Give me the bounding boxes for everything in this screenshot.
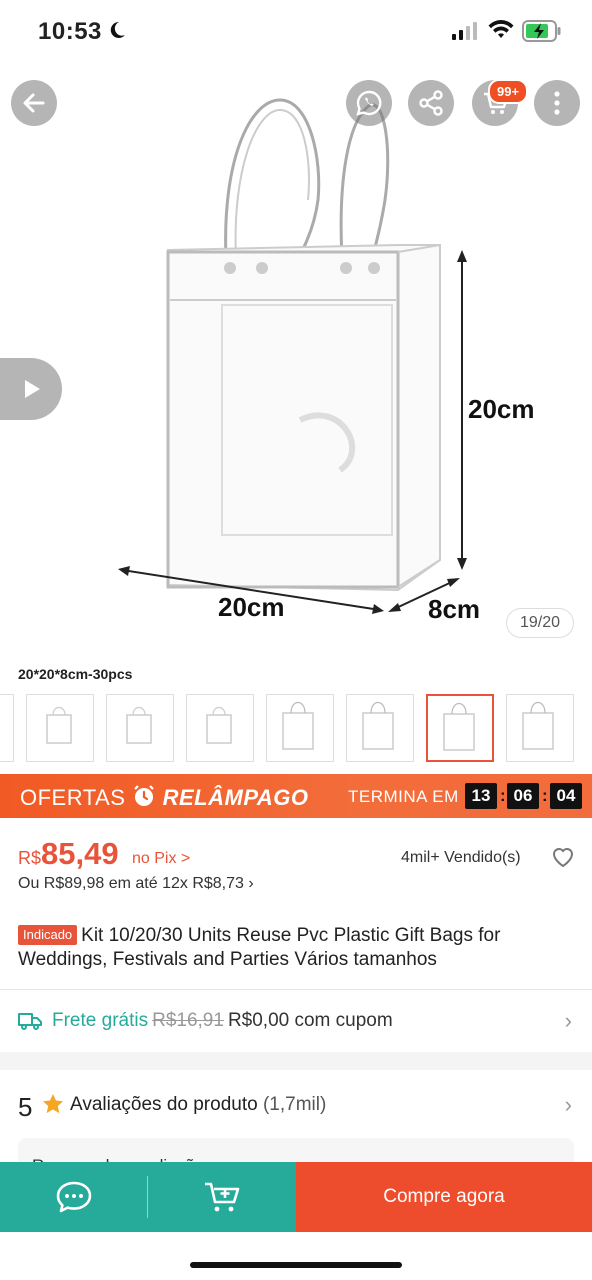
share-button[interactable] [408, 80, 454, 126]
sold-count: 4mil+ Vendido(s) [401, 849, 521, 866]
new-shipping-price: R$0,00 com cupom [227, 1010, 393, 1031]
dimension-width: 20cm [218, 592, 285, 622]
clock: 10:53 [38, 18, 102, 45]
cart-badge: 99+ [488, 79, 529, 104]
variant-thumb[interactable] [26, 694, 94, 762]
variant-thumb[interactable] [106, 694, 174, 762]
play-icon [25, 380, 40, 398]
shipping-row[interactable]: Frete grátis R$16,91 R$0,00 com cupom › [0, 990, 592, 1052]
installments-link[interactable]: Ou R$89,98 em até 12x R$8,73 › [18, 875, 254, 893]
flash-sale-brand: RELÂMPAGO [162, 785, 309, 810]
price-section: R$85,49 no Pix > Ou R$89,98 em até 12x R… [0, 818, 592, 910]
whatsapp-button[interactable] [346, 80, 392, 126]
dimension-depth: 8cm [428, 594, 480, 624]
bottom-action-bar: Compre agora [0, 1162, 592, 1232]
star-icon [43, 1094, 63, 1114]
share-icon [419, 90, 443, 116]
product-image[interactable]: 20cm 20cm 8cm [0, 64, 592, 664]
bag-thumbnail [362, 701, 394, 750]
chat-icon [56, 1181, 92, 1213]
alarm-clock-icon [134, 785, 154, 806]
old-shipping-price: R$16,91 [152, 1010, 224, 1031]
bag-thumbnail [282, 701, 314, 750]
shipping-text: Frete grátis R$16,91 R$0,00 com cupom [52, 1010, 393, 1032]
status-bar: 10:53 [0, 0, 592, 64]
variant-thumb[interactable] [506, 694, 574, 762]
heart-icon[interactable] [551, 846, 575, 868]
buy-now-button[interactable]: Compre agora [296, 1162, 592, 1232]
ratings-row[interactable]: 5 Avaliações do produto (1,7mil) › [0, 1070, 592, 1140]
countdown-separator: : [500, 786, 506, 805]
dimension-height: 20cm [468, 394, 535, 424]
countdown-seconds: 04 [550, 783, 582, 809]
back-button[interactable] [11, 80, 57, 126]
variant-label: 20*20*8cm-30pcs [18, 666, 133, 682]
chat-button[interactable] [0, 1162, 148, 1232]
price: R$85,49 [18, 836, 119, 872]
arrow-left-icon [23, 93, 45, 113]
moon-icon [110, 21, 125, 38]
battery-icon [522, 20, 561, 42]
add-to-cart-button[interactable] [148, 1162, 296, 1232]
section-gap [0, 1052, 592, 1070]
rating-score: 5 [18, 1092, 33, 1122]
product-title-text: Kit 10/20/30 Units Reuse Pvc Plastic Gif… [18, 925, 501, 970]
more-vertical-icon [554, 91, 560, 115]
ratings-label: Avaliações do produto (1,7mil) [70, 1094, 326, 1116]
free-shipping-label: Frete grátis [52, 1010, 149, 1031]
home-indicator-area [0, 1232, 592, 1280]
wifi-icon [488, 20, 514, 38]
countdown-separator: : [542, 786, 548, 805]
price-value: 85,49 [41, 836, 119, 871]
variant-thumbnails [0, 694, 592, 762]
chevron-right-icon: › [564, 1092, 572, 1117]
home-indicator[interactable] [190, 1262, 402, 1268]
ratings-count: (1,7mil) [262, 1094, 327, 1115]
more-options-button[interactable] [534, 80, 580, 126]
whatsapp-icon [356, 90, 382, 116]
bag-thumbnail [522, 701, 554, 750]
add-to-cart-icon [205, 1182, 240, 1212]
ratings-title: Avaliações do produto [70, 1094, 258, 1115]
flash-sale-banner[interactable]: OFERTAS RELÂMPAGO TERMINA EM 13 : 06 : 0… [0, 774, 592, 818]
bag-thumbnail [443, 702, 475, 751]
bag-thumbnail [206, 706, 232, 744]
countdown-label: TERMINA EM [348, 787, 459, 806]
pix-link[interactable]: no Pix > [132, 850, 190, 868]
variant-thumb-selected[interactable] [426, 694, 494, 762]
variant-thumb[interactable] [186, 694, 254, 762]
countdown-minutes: 06 [507, 783, 539, 809]
bag-thumbnail [126, 706, 152, 744]
flash-sale-title: OFERTAS RELÂMPAGO [20, 784, 309, 811]
variant-thumb[interactable] [346, 694, 414, 762]
product-illustration: 20cm 20cm 8cm [118, 98, 535, 624]
variant-thumb[interactable] [0, 694, 14, 762]
chevron-right-icon: › [564, 1008, 572, 1033]
recommended-tag: Indicado [18, 925, 78, 945]
play-video-button[interactable] [0, 358, 62, 420]
image-counter: 19/20 [506, 608, 574, 638]
signal-icon [452, 22, 477, 40]
price-currency: R$ [18, 848, 42, 868]
flash-sale-prefix: OFERTAS [20, 785, 126, 810]
countdown-hours: 13 [465, 783, 497, 809]
bag-thumbnail [46, 706, 72, 744]
variant-thumb[interactable] [266, 694, 334, 762]
product-title: Indicado Kit 10/20/30 Units Reuse Pvc Pla… [18, 924, 578, 972]
truck-icon [18, 1013, 42, 1030]
